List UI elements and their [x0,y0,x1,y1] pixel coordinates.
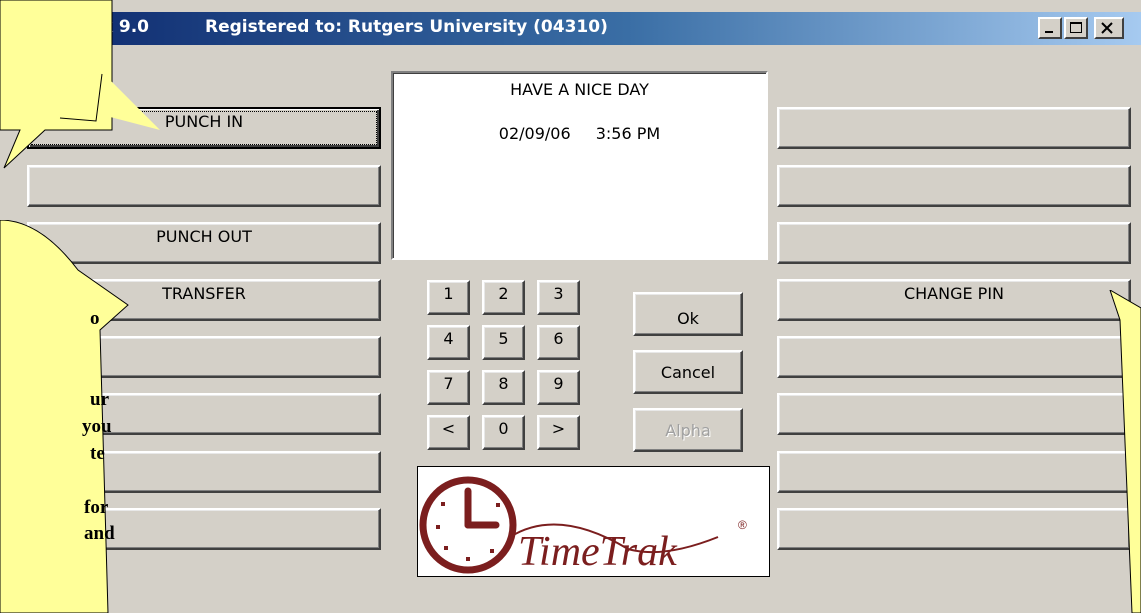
button-label: TRANSFER [162,283,246,303]
key-label: 5 [498,329,509,348]
right-button-5[interactable] [777,336,1131,378]
key-label: 6 [553,329,564,348]
callout-right [1109,290,1141,613]
minimize-icon [1045,31,1053,33]
change-pin-button[interactable]: CHANGE PIN [777,279,1131,321]
button-label: PUNCH OUT [156,226,252,246]
key-label: 3 [553,284,564,303]
key-4[interactable]: 4 [427,325,470,360]
right-button-2[interactable] [777,165,1131,207]
right-button-6[interactable] [777,393,1131,435]
cancel-button[interactable]: Cancel [633,350,743,394]
key-forward[interactable]: > [537,415,580,450]
key-2[interactable]: 2 [482,280,525,315]
minimize-button[interactable] [1038,17,1062,39]
callout-left-line-6: te [90,443,105,464]
right-button-3[interactable] [777,222,1131,264]
maximize-button[interactable] [1064,17,1088,39]
button-label: Cancel [660,362,716,382]
timetrak-logo: TimeTrak ® [417,466,770,577]
ok-button[interactable]: Ok [633,292,743,336]
key-7[interactable]: 7 [427,370,470,405]
close-icon [1101,22,1113,34]
key-8[interactable]: 8 [482,370,525,405]
button-label: Ok [677,308,699,328]
registration-text: Registered to: Rutgers University (04310… [205,17,608,37]
callout-pointer-punch-in [45,70,160,130]
key-5[interactable]: 5 [482,325,525,360]
callout-left [0,220,129,613]
alpha-button[interactable]: Alpha [633,408,743,452]
callout-left-line-8: for [84,497,109,518]
right-button-7[interactable] [777,451,1131,493]
key-label: 1 [443,284,454,303]
key-3[interactable]: 3 [537,280,580,315]
button-label: CHANGE PIN [903,283,1005,303]
key-label: 7 [443,374,454,393]
button-label: PUNCH IN [164,111,244,131]
callout-left-line-5: you [82,416,112,437]
message-display: HAVE A NICE DAY 02/09/06 3:56 PM [391,71,768,260]
right-button-1[interactable] [777,107,1131,149]
key-label: 8 [498,374,509,393]
registered-mark: ® [738,518,747,532]
callout-left-line-4: ur [90,389,109,410]
logo-wordmark: TimeTrak [518,529,678,575]
callout-left-line-9: and [84,523,115,544]
maximize-icon [1070,22,1082,33]
key-9[interactable]: 9 [537,370,580,405]
right-button-8[interactable] [777,508,1131,550]
key-6[interactable]: 6 [537,325,580,360]
key-label: 0 [498,419,509,438]
display-time: 3:56 PM [595,124,661,143]
display-message: HAVE A NICE DAY [510,80,649,99]
key-label: 9 [553,374,564,393]
callout-left-line-1: o [90,308,100,329]
display-date: 02/09/06 [498,124,571,143]
close-button[interactable] [1094,17,1124,39]
key-backspace[interactable]: < [427,415,470,450]
key-1[interactable]: 1 [427,280,470,315]
clock-logo-icon: TimeTrak ® [419,476,747,575]
display-datetime: 02/09/06 3:56 PM [393,124,766,143]
key-label: < [441,419,456,438]
key-label: 4 [443,329,454,348]
key-label: > [551,419,566,438]
key-0[interactable]: 0 [482,415,525,450]
key-label: 2 [498,284,509,303]
button-label: Alpha [665,420,711,440]
title-bar[interactable]: ClocTrak 9.0 Registered to: Rutgers Univ… [0,12,1141,45]
